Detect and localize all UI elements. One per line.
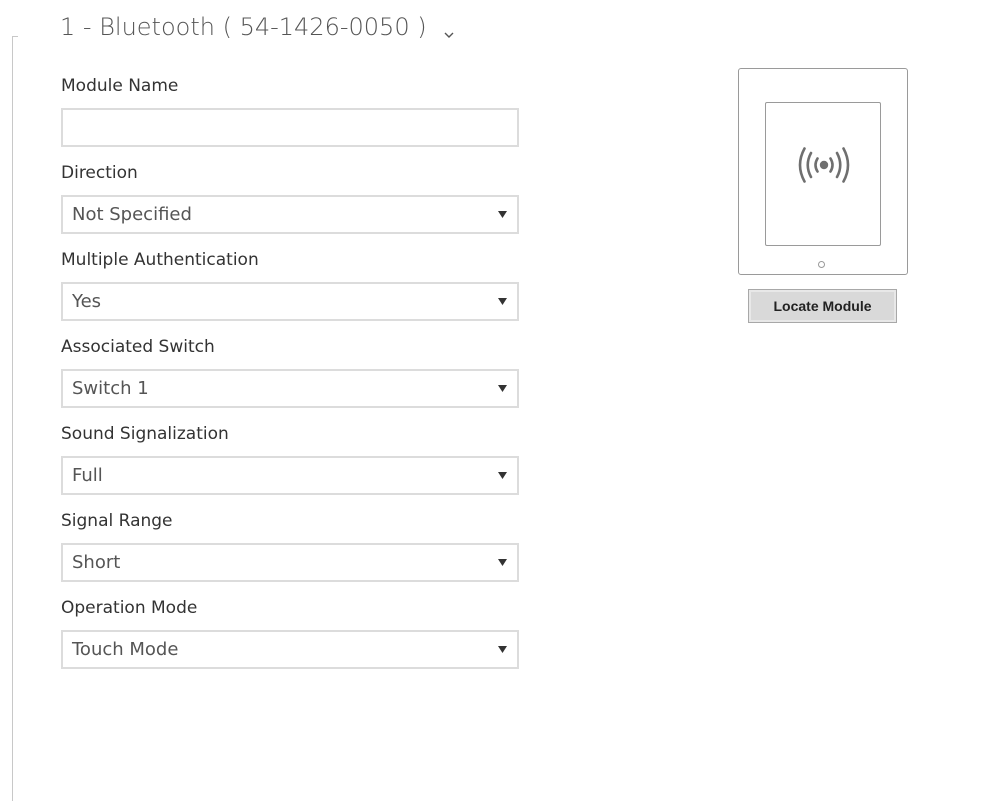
section-title: 1 - Bluetooth ( 54-1426-0050 ) bbox=[60, 13, 427, 41]
wireless-signal-icon bbox=[798, 147, 850, 183]
sound-signalization-label: Sound Signalization bbox=[61, 424, 229, 444]
module-screen bbox=[765, 102, 881, 246]
section-bracket-line bbox=[12, 36, 13, 801]
dropdown-arrow-icon bbox=[498, 646, 507, 653]
signal-range-select[interactable]: Short bbox=[61, 543, 519, 582]
dropdown-arrow-icon bbox=[498, 472, 507, 479]
operation-mode-select[interactable]: Touch Mode bbox=[61, 630, 519, 669]
multiple-authentication-select[interactable]: Yes bbox=[61, 282, 519, 321]
multiple-authentication-label: Multiple Authentication bbox=[61, 250, 259, 270]
dropdown-arrow-icon bbox=[498, 298, 507, 305]
sound-signalization-value: Full bbox=[72, 465, 103, 486]
associated-switch-label: Associated Switch bbox=[61, 337, 215, 357]
direction-select[interactable]: Not Specified bbox=[61, 195, 519, 234]
direction-value: Not Specified bbox=[72, 204, 192, 225]
chevron-down-icon bbox=[441, 21, 457, 38]
associated-switch-value: Switch 1 bbox=[72, 378, 149, 399]
locate-module-button[interactable]: Locate Module bbox=[748, 289, 897, 323]
module-preview bbox=[738, 68, 908, 275]
associated-switch-select[interactable]: Switch 1 bbox=[61, 369, 519, 408]
module-name-input[interactable] bbox=[63, 110, 517, 145]
module-name-label: Module Name bbox=[61, 76, 179, 96]
signal-range-value: Short bbox=[72, 552, 121, 573]
section-header-toggle[interactable]: 1 - Bluetooth ( 54-1426-0050 ) bbox=[60, 10, 457, 44]
module-name-field-container bbox=[61, 108, 519, 147]
multiple-authentication-value: Yes bbox=[72, 291, 102, 312]
operation-mode-value: Touch Mode bbox=[72, 639, 179, 660]
sound-signalization-select[interactable]: Full bbox=[61, 456, 519, 495]
direction-label: Direction bbox=[61, 163, 138, 183]
module-led-indicator bbox=[818, 261, 825, 268]
operation-mode-label: Operation Mode bbox=[61, 598, 198, 618]
dropdown-arrow-icon bbox=[498, 559, 507, 566]
dropdown-arrow-icon bbox=[498, 385, 507, 392]
signal-range-label: Signal Range bbox=[61, 511, 173, 531]
dropdown-arrow-icon bbox=[498, 211, 507, 218]
